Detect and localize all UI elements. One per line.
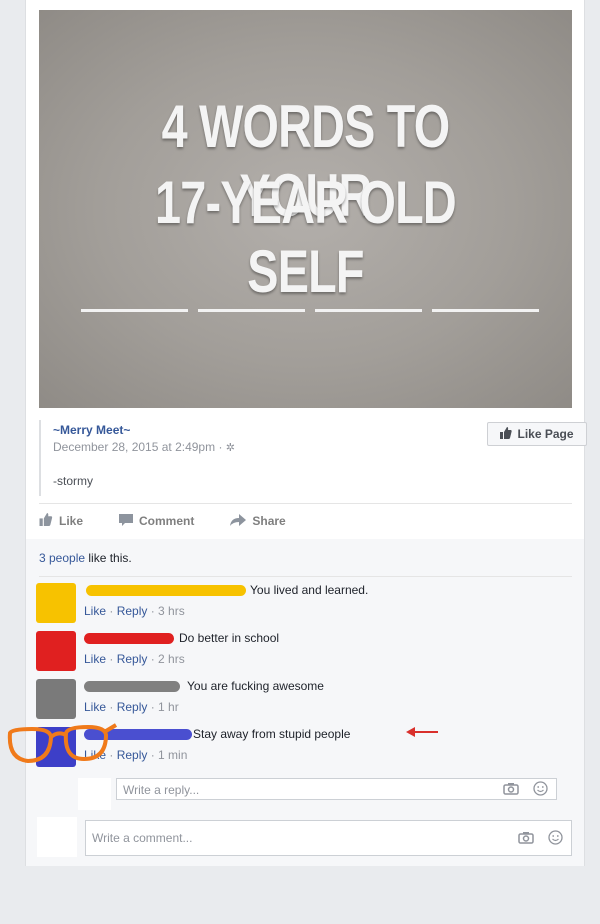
blank-line [81,309,188,312]
redacted-name-scribble [86,585,246,596]
like-label: Like [59,514,84,528]
comment-label: Comment [139,514,195,528]
camera-icon[interactable] [518,831,534,847]
red-arrow-annotation [406,727,438,737]
comment-item: Stay away from stupid people Like · Repl… [7,723,556,771]
post-body-text: -stormy [53,474,93,488]
smiley-icon[interactable] [533,781,548,799]
shared-page-info: ~Merry Meet~ December 28, 2015 at 2:49pm… [39,420,587,496]
comment-item: You lived and learned. Like · Reply · 3 … [36,583,556,627]
redacted-name-scribble [84,681,180,692]
reply-input-icons [503,781,548,799]
comment-button[interactable]: Comment [119,513,195,529]
drawn-glasses-annotation [7,723,118,764]
comment-meta: Like · Reply · 2 hrs [84,652,185,666]
image-headline-line2: 17-YEAR OLD SELF [155,169,457,305]
comment-text: Stay away from stupid people [193,727,351,741]
thumbs-up-icon [39,513,53,529]
share-arrow-icon [230,513,247,529]
post-image[interactable]: 4 WORDS TO YOUR 17-YEAR OLD SELF [39,10,572,408]
avatar [37,817,77,857]
share-label: Share [252,514,286,528]
comment-reply-link[interactable]: Reply [117,604,148,618]
likes-summary-text: like this. [85,551,132,565]
comment-time[interactable]: 2 hrs [158,652,185,666]
reply-input[interactable]: Write a reply... [116,778,557,800]
blank-line [432,309,539,312]
thumbs-up-icon [500,426,513,442]
comment-reply-link[interactable]: Reply [117,748,148,762]
avatar[interactable] [36,631,76,671]
blank-line [315,309,422,312]
reply-placeholder: Write a reply... [123,783,200,797]
comment-placeholder: Write a comment... [92,831,193,845]
comment-meta: Like · Reply · 1 hr [84,700,179,714]
like-page-button[interactable]: Like Page [487,422,587,446]
timestamp-text[interactable]: December 28, 2015 at 2:49pm [53,440,215,454]
comment-input-icons [518,830,563,848]
comment-reply-link[interactable]: Reply [117,700,148,714]
divider [39,503,572,504]
avatar [78,778,111,810]
comment-text: You are fucking awesome [187,679,324,693]
comment-time[interactable]: 1 hr [158,700,179,714]
post-actions-bar: Like Comment Share [39,506,572,536]
comment-item: You are fucking awesome Like · Reply · 1… [36,679,556,723]
blank-line [198,309,305,312]
divider [39,576,572,577]
post-timestamp: December 28, 2015 at 2:49pm · ✲ [53,440,236,454]
smiley-icon[interactable] [548,830,563,848]
share-button[interactable]: Share [230,513,286,529]
comment-meta: Like · Reply · 3 hrs [84,604,185,618]
avatar[interactable] [36,583,76,623]
camera-icon[interactable] [503,782,519,798]
page-name-link[interactable]: ~Merry Meet~ [53,423,130,437]
comment-item: Do better in school Like · Reply · 2 hrs [36,631,556,675]
comment-reply-link[interactable]: Reply [117,652,148,666]
like-button[interactable]: Like [39,513,83,529]
comment-time[interactable]: 1 min [158,748,187,762]
comment-input[interactable]: Write a comment... [85,820,572,856]
comment-time[interactable]: 3 hrs [158,604,185,618]
gear-icon[interactable]: ✲ [226,442,235,454]
likers-link[interactable]: 3 people [39,551,85,565]
avatar[interactable] [36,679,76,719]
comment-text: Do better in school [179,631,280,645]
comment-like-link[interactable]: Like [84,652,106,666]
post-card: 4 WORDS TO YOUR 17-YEAR OLD SELF ~Merry … [7,0,587,866]
comment-like-link[interactable]: Like [84,604,106,618]
speech-bubble-icon [119,513,134,529]
comments-section: 3 people like this. You lived and learne… [7,539,584,866]
redacted-name-scribble [84,633,174,644]
like-page-label: Like Page [517,427,574,441]
comment-like-link[interactable]: Like [84,700,106,714]
likes-summary: 3 people like this. [39,551,132,565]
comment-text: You lived and learned. [250,583,369,597]
